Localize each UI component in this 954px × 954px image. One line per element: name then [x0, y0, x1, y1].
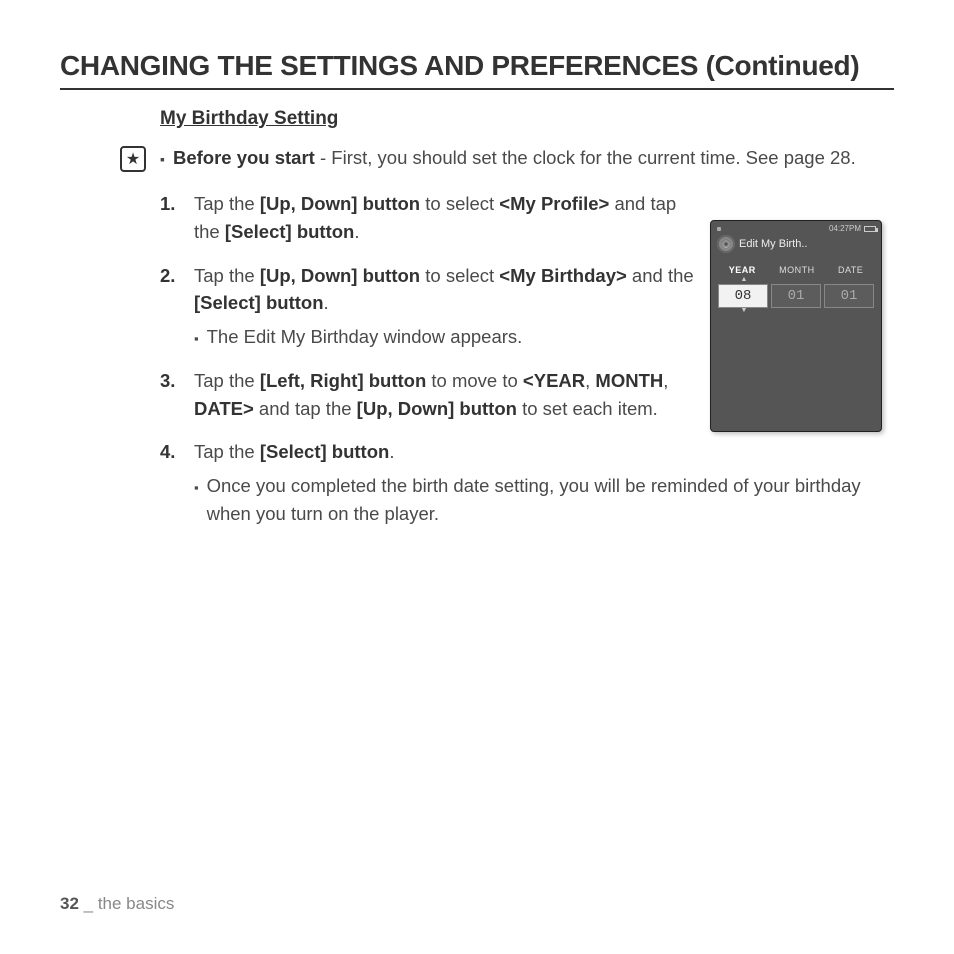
page-title: CHANGING THE SETTINGS AND PREFERENCES (C… [60, 50, 894, 90]
section-title: My Birthday Setting [160, 108, 894, 130]
step-4: Tap the [Select] button. ▪ Once you comp… [160, 438, 894, 527]
device-status-bar: 04:27PM [711, 221, 881, 233]
battery-icon [864, 226, 876, 232]
chevron-up-icon: ▲ [710, 277, 881, 283]
col-date-label: DATE [838, 265, 863, 275]
device-column-labels: YEAR MONTH DATE [711, 259, 881, 277]
device-screen-title: Edit My Birth.. [739, 238, 807, 250]
bullet-icon: ▪ [194, 329, 199, 351]
bullet-icon: ▪ [160, 149, 165, 172]
gear-icon [717, 235, 735, 253]
page-footer: 32 _ the basics [60, 894, 174, 914]
device-spinner-row: 08 01 01 [711, 284, 881, 308]
year-value[interactable]: 08 [718, 284, 768, 308]
note-block: ★ ▪ Before you start - First, you should… [120, 144, 894, 172]
col-month-label: MONTH [779, 265, 815, 275]
bullet-icon: ▪ [194, 478, 199, 528]
chevron-down-icon: ▼ [710, 308, 881, 314]
device-time: 04:27PM [829, 224, 861, 233]
step-4-sub: ▪ Once you completed the birth date sett… [194, 472, 894, 528]
status-dot-icon [717, 227, 721, 231]
date-value[interactable]: 01 [824, 284, 874, 308]
star-icon: ★ [120, 146, 146, 172]
col-year-label: YEAR [729, 265, 756, 275]
note-text: Before you start - First, you should set… [173, 144, 856, 172]
footer-section: the basics [98, 894, 175, 913]
month-value[interactable]: 01 [771, 284, 821, 308]
device-header: Edit My Birth.. [711, 233, 881, 259]
page-number: 32 [60, 894, 79, 913]
device-screenshot: 04:27PM Edit My Birth.. YEAR MONTH DATE … [710, 220, 882, 432]
